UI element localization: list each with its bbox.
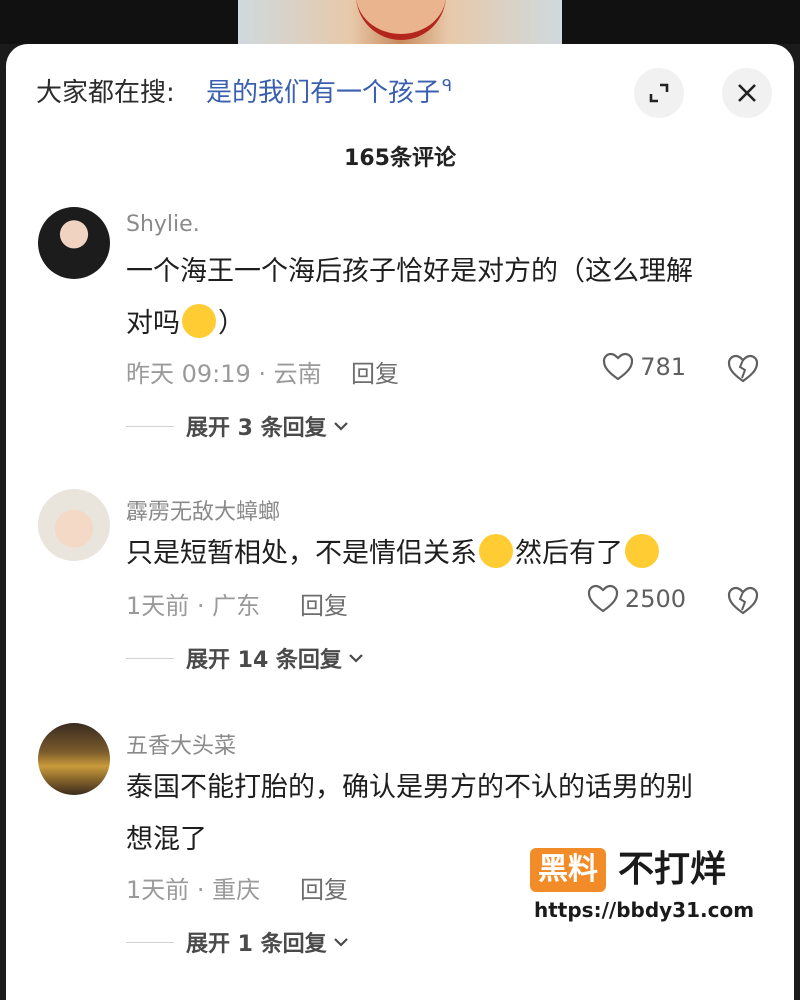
comment-text-line: 一个海王一个海后孩子恰好是对方的（这么理解 [126,256,693,287]
video-character-image [356,0,446,40]
like-button[interactable]: 2500 [587,584,686,614]
expand-replies-button[interactable]: 展开 1 条回复 [126,926,349,958]
broken-heart-icon [727,354,759,383]
divider [126,941,174,943]
comment-item: 五香大头菜 泰国不能打胎的，确认是男方的不认的话男的别 想混了 1天前 · 重庆… [6,720,794,970]
hot-search-term[interactable]: 是的我们有一个孩子 [206,78,440,108]
close-panel-button[interactable] [722,68,772,118]
dizzy-face-emoji [479,534,513,568]
expand-replies-button[interactable]: 展开 3 条回复 [126,410,349,442]
comment-text-line: 对吗 ） [126,298,756,350]
comment-text-part: 对吗 [126,308,180,339]
comment-username[interactable]: Shylie. [126,212,200,237]
watermark-url: https://bbdy31.com [534,898,755,922]
dislike-button[interactable] [726,586,760,620]
grinning-sweat-emoji [625,534,659,568]
comments-count-title: 165条评论 [344,146,456,171]
search-icon: ᑫ [442,76,453,96]
comment-text-part: 然后有了 [515,538,623,569]
comments-topbar: 大家都在搜: 是的我们有一个孩子 ᑫ 165条评论 [6,44,794,171]
site-watermark: 黑料 不打烊 https://bbdy31.com [530,848,760,928]
divider [126,425,174,427]
comment-meta: 昨天 09:19 · 云南 [126,360,322,388]
close-icon [738,84,756,102]
expand-replies-label: 展开 14 条回复 [186,648,342,673]
comment-text-part: 只是短暂相处，不是情侣关系 [126,538,477,569]
avatar[interactable] [38,207,110,279]
chevron-down-icon [333,938,348,947]
comment-meta: 1天前 · 重庆 [126,876,261,904]
expand-replies-button[interactable]: 展开 14 条回复 [126,642,364,674]
divider [126,657,174,659]
comment-username[interactable]: 五香大头菜 [126,728,236,760]
like-count: 2500 [624,585,686,613]
crying-laugh-emoji [182,304,216,338]
heart-icon [603,352,634,381]
broken-heart-icon [727,586,759,615]
comment-meta: 1天前 · 广东 [126,592,261,620]
comment-username[interactable]: 霹雳无敌大蟑螂 [126,494,280,526]
watermark-text: 不打烊 [618,849,727,890]
hot-search-link[interactable]: 是的我们有一个孩子 ᑫ [206,72,452,109]
expand-replies-label: 展开 3 条回复 [186,416,327,441]
comment-text: 一个海王一个海后孩子恰好是对方的（这么理解 对吗 ） [126,246,756,350]
dislike-button[interactable] [726,354,760,388]
expand-panel-button[interactable] [634,68,684,118]
reply-button[interactable]: 回复 [351,354,399,389]
comment-text: 只是短暂相处，不是情侣关系 然后有了 [126,528,756,580]
like-count: 781 [640,353,686,381]
hot-search-prefix: 大家都在搜: [36,78,175,108]
reply-button[interactable]: 回复 [300,870,348,905]
comment-item: Shylie. 一个海王一个海后孩子恰好是对方的（这么理解 对吗 ） 昨天 09:… [6,204,794,454]
chevron-down-icon [349,654,363,663]
watermark-badge: 黑料 [530,848,606,892]
video-preview-strip[interactable] [0,0,800,44]
avatar[interactable] [38,723,110,795]
avatar[interactable] [38,489,110,561]
comment-item: 霹雳无敌大蟑螂 只是短暂相处，不是情侣关系 然后有了 1天前 · 广东 回复 25… [6,486,794,726]
comment-text-part: ） [218,308,245,339]
reply-button[interactable]: 回复 [300,586,348,621]
like-button[interactable]: 781 [602,352,686,382]
comment-text-line: 泰国不能打胎的，确认是男方的不认的话男的别 [126,772,693,803]
expand-replies-label: 展开 1 条回复 [186,932,327,957]
heart-icon [587,584,619,613]
expand-icon [649,83,669,103]
comment-text-line: 只是短暂相处，不是情侣关系 然后有了 [126,528,756,580]
video-thumbnail[interactable] [238,0,562,44]
chevron-down-icon [333,422,348,431]
